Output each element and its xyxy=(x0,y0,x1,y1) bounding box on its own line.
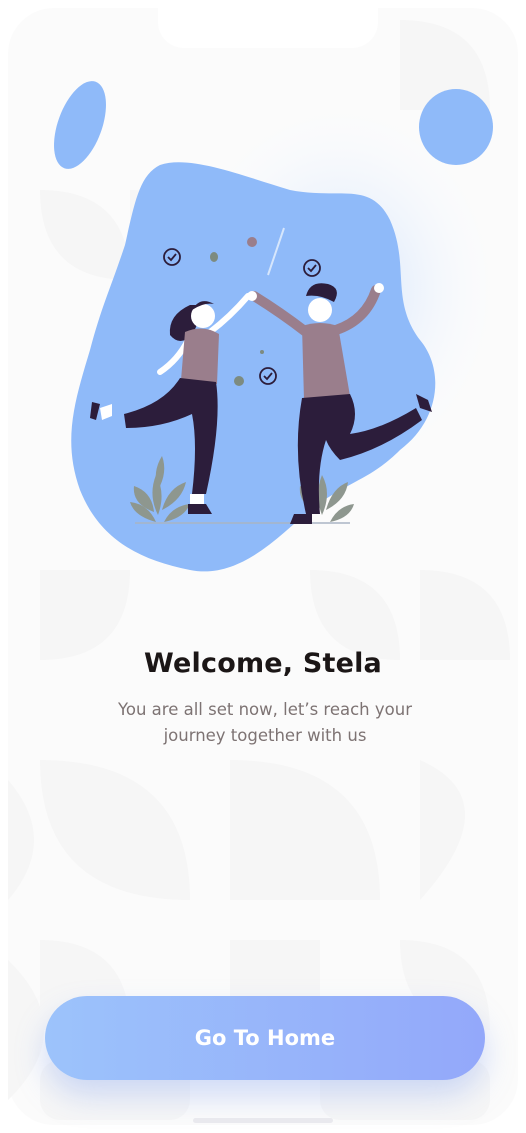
home-indicator xyxy=(193,1118,333,1123)
decor-blob-right xyxy=(419,89,493,165)
decor-blob-left xyxy=(54,81,106,169)
celebration-illustration xyxy=(54,81,510,572)
device-notch xyxy=(158,0,378,48)
welcome-title: Welcome, Stela xyxy=(144,648,382,680)
illustration-blob xyxy=(71,162,436,572)
welcome-subtitle: You are all set now, let’s reach your jo… xyxy=(118,699,412,745)
welcome-screen: Welcome, Stela You are all set now, let’… xyxy=(0,0,526,1133)
go-to-home-button[interactable]: Go To Home xyxy=(45,996,485,1080)
